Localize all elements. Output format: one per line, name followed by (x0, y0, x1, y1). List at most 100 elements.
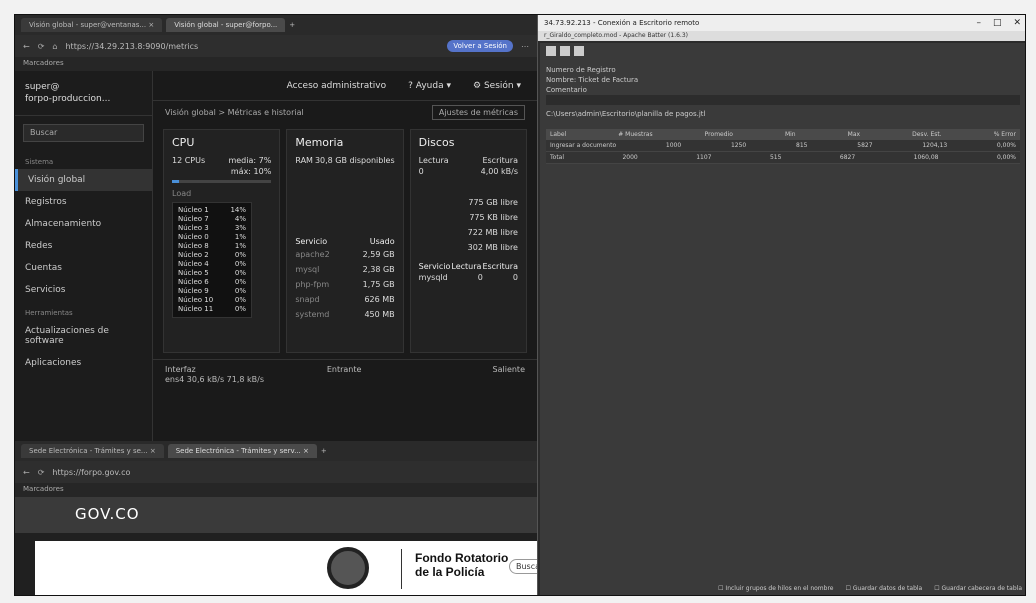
sidebar-item-applications[interactable]: Aplicaciones (15, 352, 152, 374)
disk-free-row: 722 MB libre (419, 225, 518, 240)
table-header-cell[interactable]: # Muestras (618, 131, 652, 138)
table-header-cell[interactable]: Max (848, 131, 860, 138)
sidebar-search-input[interactable]: Buscar (23, 124, 144, 142)
breadcrumb-root[interactable]: Visión global (165, 108, 216, 117)
reload-icon[interactable]: ⟳ (38, 42, 45, 51)
memory-service-row[interactable]: apache2 2,59 GB (295, 247, 394, 262)
back-icon[interactable]: ← (23, 468, 30, 477)
home-icon[interactable]: ⌂ (52, 42, 57, 51)
jmeter-toolbar (540, 43, 1025, 59)
metrics-settings-button[interactable]: Ajustes de métricas (431, 104, 525, 120)
panel-title: Numero de Registro (546, 66, 616, 74)
sidebar-item-services[interactable]: Servicios (15, 279, 152, 301)
memory-service-row[interactable]: snapd 626 MB (295, 292, 394, 307)
sidebar-item-storage[interactable]: Almacenamiento (15, 213, 152, 235)
remote-title-bar: 34.73.92.213 - Conexión a Escritorio rem… (538, 15, 1025, 31)
sidebar-item-logs[interactable]: Registros (15, 191, 152, 213)
breadcrumb-separator: > (215, 107, 228, 117)
gov-header: GOV.CO (15, 497, 537, 533)
iface-row: ens4 30,6 kB/s 71,8 kB/s (165, 375, 265, 384)
open-icon[interactable] (560, 46, 570, 56)
disk-service-read-header: Lectura (451, 262, 482, 271)
menu-icon[interactable]: ⋯ (521, 42, 529, 51)
new-tab-icon[interactable]: + (289, 21, 295, 29)
table-row[interactable]: Ingresar a documento 1000 1250 815 5827 1204,… (546, 140, 1020, 152)
gov-tab-bar: Sede Electrónica - Trámites y se... × Se… (15, 441, 537, 461)
name-value[interactable]: Ticket de Factura (578, 76, 638, 84)
help-button[interactable]: ? Ayuda ▾ (408, 81, 451, 91)
core-name: Núcleo 10 (178, 296, 214, 304)
table-header-cell[interactable]: Min (785, 131, 796, 138)
memory-service-name: php-fpm (295, 280, 330, 289)
report-panel: Numero de Registro Nombre: Ticket de Fac… (540, 59, 1025, 125)
core-usage: 1% (234, 233, 246, 241)
gov-url-field[interactable]: https://forpo.gov.co (52, 468, 130, 477)
host-switcher[interactable]: super@ forpo-produccion... (15, 77, 152, 116)
org-name: Fondo Rotatorio de la Policía (415, 551, 508, 579)
maximize-icon[interactable]: □ (993, 18, 1002, 28)
memory-service-used: 2,38 GB (362, 265, 395, 274)
minimize-icon[interactable]: – (976, 18, 981, 28)
comment-field[interactable] (546, 95, 1020, 105)
table-cell: 1060,08 (913, 154, 939, 161)
url-field[interactable]: https://34.29.213.8:9090/metrics (65, 42, 198, 51)
disk-service-header: Servicio (418, 262, 451, 271)
ram-available: 30,8 GB disponibles (314, 156, 395, 165)
table-row[interactable]: Total 2000 1107 515 6827 1060,08 0,00% (546, 152, 1020, 164)
screen: Visión global - super@ventanas... × Visi… (14, 14, 1026, 596)
file-path[interactable]: C:\Users\admin\Escritorio\planilla de pa… (546, 109, 1020, 119)
core-usage: 0% (234, 278, 246, 286)
table-cell: 6827 (839, 154, 856, 161)
gov-bookmarks-bar[interactable]: Marcadores (15, 483, 537, 497)
gov-address-row: ← ⟳ https://forpo.gov.co (15, 461, 537, 483)
gov-tab-1[interactable]: Sede Electrónica - Trámites y se... × (21, 444, 164, 458)
new-icon[interactable] (546, 46, 556, 56)
sidebar-item-overview[interactable]: Visión global (15, 169, 152, 191)
disks-title: Discos (418, 136, 455, 149)
new-tab-icon[interactable]: + (321, 447, 327, 455)
table-header-cell[interactable]: % Error (994, 131, 1016, 138)
save-icon[interactable] (574, 46, 584, 56)
summary-table: Label # Muestras Promedio Min Max Desv. Est.%… (546, 129, 1020, 164)
close-icon[interactable]: ✕ (1013, 18, 1021, 28)
sidebar-item-networking[interactable]: Redes (15, 235, 152, 257)
memory-service-row[interactable]: php-fpm 1,75 GB (295, 277, 394, 292)
core-name: Núcleo 1 (178, 206, 209, 214)
memory-service-used: 1,75 GB (362, 280, 395, 289)
table-header-cell[interactable]: Promedio (705, 131, 733, 138)
disk-free-row: 775 KB libre (419, 210, 518, 225)
cpu-count: 12 CPUs (172, 156, 206, 165)
reload-icon[interactable]: ⟳ (38, 468, 45, 477)
core-usage: 0% (234, 260, 246, 268)
core-usage: 0% (234, 287, 246, 295)
cpu-max: máx: 10% (230, 167, 272, 176)
gear-icon: ⚙ (473, 80, 482, 91)
sidebar-item-accounts[interactable]: Cuentas (15, 257, 152, 279)
status-checkbox[interactable]: ☐ Guardar datos de tabla (845, 585, 922, 595)
profile-button[interactable]: Volver a Sesión (447, 40, 513, 52)
disk-free-row: 302 MB libre (419, 240, 518, 255)
memory-service-row[interactable]: systemd 450 MB (295, 307, 394, 322)
table-header-cell[interactable]: Label (550, 131, 566, 138)
browser-tab-1[interactable]: Visión global - super@ventanas... × (21, 18, 163, 32)
table-cell: Total (550, 154, 565, 161)
gov-logo[interactable]: GOV.CO (75, 505, 140, 523)
memory-service-row[interactable]: mysql 2,38 GB (295, 262, 394, 277)
bookmarks-bar[interactable]: Marcadores (15, 57, 537, 71)
core-usage: 14% (230, 206, 246, 214)
status-checkbox[interactable]: ☐ Incluir grupos de hilos en el nombre (718, 585, 833, 595)
gov-tab-2[interactable]: Sede Electrónica - Trámites y serv... × (167, 444, 317, 458)
sidebar-item-software-updates[interactable]: Actualizaciones de software (15, 320, 152, 352)
core-name: Núcleo 4 (178, 260, 209, 268)
admin-access-button[interactable]: Acceso administrativo (287, 81, 386, 91)
status-checkbox[interactable]: ☐ Guardar cabecera de tabla (934, 585, 1022, 595)
memory-service-name: systemd (295, 310, 330, 319)
session-button[interactable]: ⚙ Sesión ▾ (473, 81, 521, 91)
core-usage: 0% (234, 269, 246, 277)
memory-card: Memoria RAM 30,8 GB disponibles Servicio U… (286, 129, 404, 353)
back-icon[interactable]: ← (23, 42, 30, 51)
main-content: Acceso administrativo ? Ayuda ▾ ⚙ Sesión… (153, 71, 537, 441)
memory-used-header: Usado (369, 237, 395, 246)
browser-tab-2[interactable]: Visión global - super@forpo... (166, 18, 286, 32)
table-header-cell[interactable]: Desv. Est. (912, 131, 942, 138)
